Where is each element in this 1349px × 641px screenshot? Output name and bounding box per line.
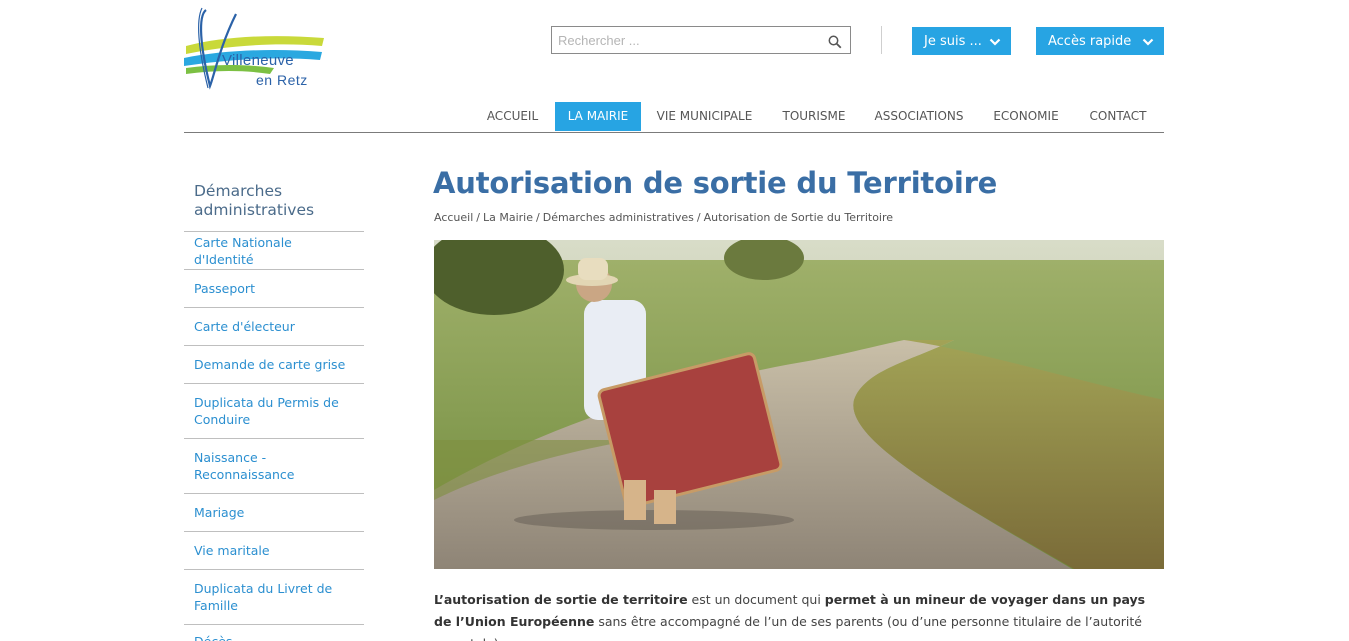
nav-item-tourisme[interactable]: TOURISME (772, 102, 856, 131)
sidebar-item-livret-famille[interactable]: Duplicata du Livret de Famille (184, 570, 364, 625)
nav-item-associations[interactable]: ASSOCIATIONS (866, 102, 972, 131)
sidebar-title: Démarches administratives (194, 182, 315, 219)
sidebar-item-naissance[interactable]: Naissance - Reconnaissance (184, 439, 364, 494)
sidebar-item-carte-grise[interactable]: Demande de carte grise (184, 346, 364, 384)
breadcrumb-separator: / (476, 211, 480, 224)
breadcrumb-link-la-mairie[interactable]: La Mairie (483, 211, 533, 224)
sidebar-item-passeport[interactable]: Passeport (184, 270, 364, 308)
nav-item-vie-municipale[interactable]: VIE MUNICIPALE (648, 102, 761, 131)
chevron-down-icon (989, 36, 1001, 46)
search-icon[interactable] (828, 34, 842, 49)
page-title: Autorisation de sortie du Territoire (433, 166, 998, 200)
breadcrumb-separator: / (696, 211, 701, 224)
intro-text-1: est un document qui (687, 592, 825, 607)
breadcrumb-link-accueil[interactable]: Accueil (434, 211, 473, 224)
nav-item-accueil[interactable]: ACCUEIL (476, 102, 549, 131)
hero-image (434, 240, 1164, 569)
sidebar-item-permis[interactable]: Duplicata du Permis de Conduire (184, 384, 364, 439)
nav-item-contact[interactable]: CONTACT (1080, 102, 1156, 131)
nav-item-la-mairie[interactable]: LA MAIRIE (555, 102, 641, 131)
search-box (551, 26, 851, 54)
nav-item-economie[interactable]: ECONOMIE (983, 102, 1069, 131)
main-navigation: ACCUEIL LA MAIRIE VIE MUNICIPALE TOURISM… (184, 102, 1164, 133)
logo-text-line1: Villeneuve (222, 52, 294, 69)
acces-rapide-label: Accès rapide (1048, 33, 1132, 49)
sidebar-item-mariage[interactable]: Mariage (184, 494, 364, 532)
acces-rapide-dropdown-button[interactable]: Accès rapide (1036, 27, 1164, 55)
je-suis-label: Je suis ... (924, 33, 982, 49)
chevron-down-icon (1142, 36, 1154, 46)
breadcrumb-separator: / (536, 211, 540, 224)
header-divider (881, 26, 882, 54)
intro-bold-1: L’autorisation de sortie de territoire (434, 592, 688, 607)
breadcrumb-current: Autorisation de Sortie du Territoire (703, 211, 894, 224)
sidebar-item-carte-electeur[interactable]: Carte d'électeur (184, 308, 364, 346)
search-input[interactable] (552, 27, 812, 53)
intro-paragraph: L’autorisation de sortie de territoire e… (434, 589, 1164, 641)
sidebar-item-vie-maritale[interactable]: Vie maritale (184, 532, 364, 570)
sidebar-item-deces[interactable]: Décès (184, 625, 364, 641)
sidebar-item-carte-identite[interactable]: Carte Nationale d'Identité (184, 232, 364, 270)
breadcrumb-link-demarches[interactable]: Démarches administratives (543, 211, 694, 224)
breadcrumb: Accueil / La Mairie / Démarches administrati… (434, 211, 893, 224)
je-suis-dropdown-button[interactable]: Je suis ... (912, 27, 1011, 55)
logo-text-line2: en Retz (256, 72, 308, 88)
